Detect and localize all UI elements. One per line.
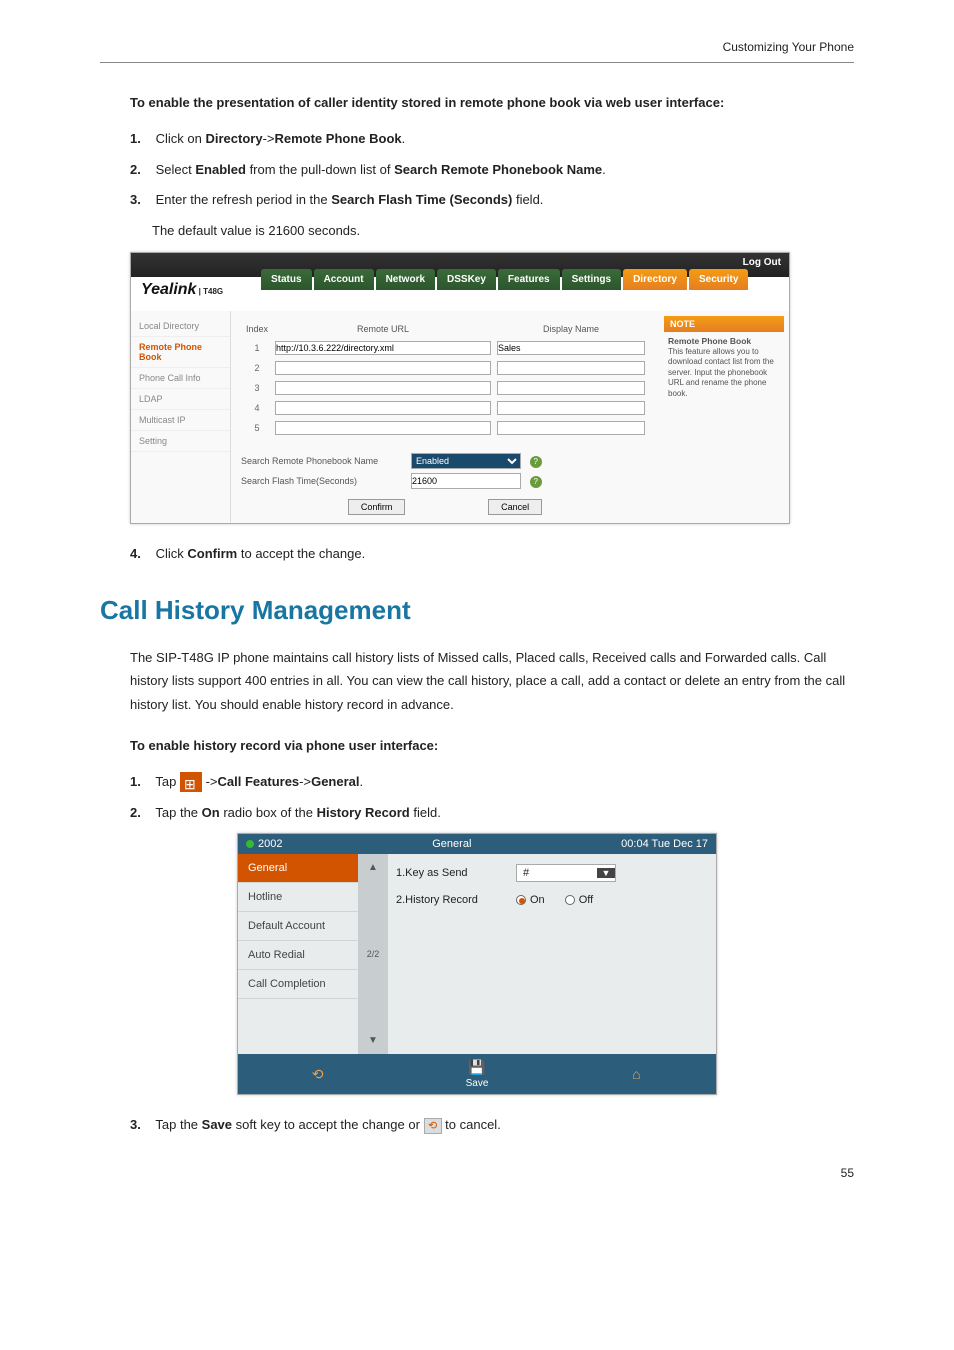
help-icon[interactable]: ? [530,456,542,468]
step-1: 1. Click on Directory->Remote Phone Book… [130,129,854,150]
confirm-button[interactable]: Confirm [348,499,406,515]
step-num: 1. [130,772,152,793]
history-record-label: 2.History Record [396,894,506,906]
page-indicator: 2/2 [367,881,380,1027]
step-3: 3. Enter the refresh period in the Searc… [130,190,854,211]
display-name-input-2[interactable] [497,361,645,375]
tab-status[interactable]: Status [261,269,312,290]
phone-time: 00:04 Tue Dec 17 [621,838,708,850]
tab-network[interactable]: Network [376,269,435,290]
phone-side-general[interactable]: General [238,854,358,883]
sidebar-item-phone-call-info[interactable]: Phone Call Info [131,368,230,389]
radio-off-icon [565,895,575,905]
tab-security[interactable]: Security [689,269,748,290]
tab-settings[interactable]: Settings [562,269,621,290]
phone-step-1: 1. Tap ->Call Features->General. [130,772,854,793]
save-icon: 💾 [468,1059,485,1076]
phone-intro: To enable history record via phone user … [100,736,854,757]
display-name-input-4[interactable] [497,401,645,415]
web-ui-screenshot: Log Out Yealink | T48G Status Account Ne… [130,252,790,524]
note-body: Remote Phone Book This feature allows yo… [664,332,784,403]
account-badge: 2002 [246,838,282,850]
sidebar-item-ldap[interactable]: LDAP [131,389,230,410]
table-row: 5 [243,419,647,437]
home-icon: ⌂ [632,1066,640,1082]
key-as-send-label: 1.Key as Send [396,867,506,879]
step-num: 1. [130,129,152,150]
intro-heading: To enable the presentation of caller ide… [100,93,854,114]
remote-url-table: Index Remote URL Display Name 1 2 3 4 5 [241,319,649,439]
home-button[interactable]: ⌂ [557,1054,716,1094]
step-num: 3. [130,1115,152,1136]
display-name-input-5[interactable] [497,421,645,435]
phone-ui-screenshot: 2002 General 00:04 Tue Dec 17 General Ho… [237,833,717,1095]
radio-on[interactable]: On [516,894,545,906]
menu-icon [180,772,202,792]
display-name-input-1[interactable] [497,341,645,355]
sidebar-item-setting[interactable]: Setting [131,431,230,452]
section-heading: Call History Management [100,595,854,626]
remote-url-input-4[interactable] [275,401,491,415]
cancel-button[interactable]: Cancel [488,499,542,515]
back-icon-inline: ⟲ [424,1118,442,1134]
remote-url-input-1[interactable] [275,341,491,355]
table-row: 2 [243,359,647,377]
phone-step-3: 3. Tap the Save soft key to accept the c… [130,1115,854,1136]
tab-dsskey[interactable]: DSSKey [437,269,496,290]
table-row: 1 [243,339,647,357]
phone-sidebar: General Hotline Default Account Auto Red… [238,854,358,1054]
web-sidebar: Local Directory Remote Phone Book Phone … [131,311,231,523]
section-paragraph: The SIP-T48G IP phone maintains call his… [100,646,854,716]
page-header: Customizing Your Phone [100,40,854,63]
key-as-send-select[interactable]: # ▼ [516,864,616,882]
sidebar-item-local-directory[interactable]: Local Directory [131,316,230,337]
search-remote-select[interactable]: Enabled [411,453,521,469]
search-remote-label: Search Remote Phonebook Name [241,456,411,466]
table-row: 3 [243,379,647,397]
col-url: Remote URL [273,321,493,337]
phone-side-hotline[interactable]: Hotline [238,883,358,912]
flash-time-label: Search Flash Time(Seconds) [241,476,411,486]
page-number: 55 [100,1166,854,1180]
help-icon[interactable]: ? [530,476,542,488]
tab-account[interactable]: Account [314,269,374,290]
remote-url-input-2[interactable] [275,361,491,375]
col-index: Index [243,321,271,337]
step-num: 2. [130,160,152,181]
table-row: 4 [243,399,647,417]
tab-directory[interactable]: Directory [623,269,687,290]
note-header: NOTE [664,316,784,332]
remote-url-input-3[interactable] [275,381,491,395]
back-button[interactable]: ⟲ [238,1054,397,1094]
sidebar-item-multicast-ip[interactable]: Multicast IP [131,410,230,431]
logout-link[interactable]: Log Out [743,257,781,268]
step-3-note: The default value is 21600 seconds. [100,221,854,242]
step-2: 2. Select Enabled from the pull-down lis… [130,160,854,181]
brand-logo: Yealink [141,281,196,298]
col-name: Display Name [495,321,647,337]
tab-features[interactable]: Features [498,269,560,290]
radio-off[interactable]: Off [565,894,593,906]
sidebar-item-remote-phone-book[interactable]: Remote Phone Book [131,337,230,368]
radio-on-icon [516,895,526,905]
phone-side-auto-redial[interactable]: Auto Redial [238,941,358,970]
save-button[interactable]: 💾 Save [397,1054,556,1094]
main-tabs: Status Account Network DSSKey Features S… [261,269,750,290]
arrow-up-icon[interactable]: ▲ [368,854,378,881]
phone-side-default-account[interactable]: Default Account [238,912,358,941]
phone-side-call-completion[interactable]: Call Completion [238,970,358,999]
step-4: 4. Click Confirm to accept the change. [130,544,854,565]
flash-time-input[interactable] [411,473,521,489]
back-icon: ⟲ [312,1066,324,1083]
step-num: 2. [130,803,152,824]
phone-step-2: 2. Tap the On radio box of the History R… [130,803,854,824]
step-num: 4. [130,544,152,565]
phone-title: General [282,838,621,850]
arrow-down-icon[interactable]: ▼ [368,1027,378,1054]
display-name-input-3[interactable] [497,381,645,395]
status-dot-icon [246,840,254,848]
chevron-down-icon: ▼ [597,868,615,878]
step-num: 3. [130,190,152,211]
remote-url-input-5[interactable] [275,421,491,435]
